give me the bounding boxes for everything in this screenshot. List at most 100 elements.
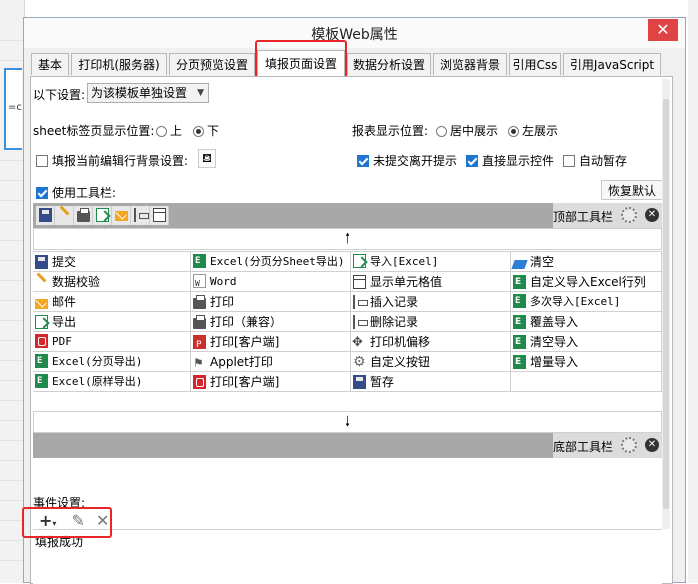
button-item-printer-offset[interactable]: 打印机偏移 (351, 332, 511, 352)
print-icon (193, 315, 206, 329)
close-circle-icon[interactable]: ✕ (645, 438, 659, 452)
button-item-mail[interactable]: 邮件 (33, 292, 191, 312)
button-item-excel-page-sheet[interactable]: Excel(分页分Sheet导出) (191, 252, 351, 272)
table-icon[interactable] (150, 206, 169, 225)
gear-icon (353, 352, 366, 371)
pdf-icon (193, 375, 206, 389)
top-toolbar-icons (36, 206, 169, 225)
button-item-export[interactable]: 导出 (33, 312, 191, 332)
bottom-toolbar-label: 底部工具栏 (553, 440, 614, 454)
gear-icon[interactable] (621, 207, 637, 223)
excel-icon (513, 294, 526, 308)
print-icon (193, 295, 206, 309)
close-button[interactable]: ✕ (648, 19, 678, 41)
button-item-insert-record[interactable]: 插入记录 (351, 292, 511, 312)
excel-icon (193, 254, 206, 268)
tab-browser-background[interactable]: 浏览器背景 (433, 53, 507, 75)
events-toolbar: +▾ ✎ ✕ (39, 511, 109, 530)
button-item-temp-save[interactable]: 暂存 (351, 372, 511, 392)
event-item-fill-success[interactable]: 填报成功 (35, 533, 83, 550)
background-edge (688, 0, 698, 583)
radio-icon (156, 126, 167, 137)
button-item-word[interactable]: Word (191, 272, 351, 292)
top-toolbar-label-box: 顶部工具栏 ✕ (553, 203, 662, 228)
sheet-top-radio[interactable]: 上 (156, 122, 182, 139)
selected-cell[interactable]: =c (4, 68, 22, 150)
button-item-excel-original-export[interactable]: Excel(原样导出) (33, 372, 191, 392)
word-icon (193, 274, 206, 291)
button-item-applet-print[interactable]: Applet打印 (191, 352, 351, 372)
button-item-delete-record[interactable]: 删除记录 (351, 312, 511, 332)
export-icon (35, 315, 48, 329)
import-icon (353, 254, 366, 268)
radio-selected-icon (508, 126, 519, 137)
pdf-icon (35, 334, 48, 348)
sheet-tab-position-label: sheet标签页显示位置: (33, 124, 155, 138)
button-item-validate[interactable]: 数据校验 (33, 272, 191, 292)
reset-default-button[interactable]: 恢复默认 (601, 180, 663, 200)
tab-ref-javascript[interactable]: 引用JavaScript (563, 53, 661, 75)
move-up-arrow[interactable]: 🠑 (33, 228, 662, 250)
move-down-arrow[interactable]: 🠓 (33, 411, 662, 433)
button-item-print[interactable]: 打印 (191, 292, 351, 312)
close-circle-icon[interactable]: ✕ (645, 208, 659, 222)
button-item-print-client[interactable]: 打印[客户端] (191, 332, 351, 352)
paint-bucket-icon[interactable]: ⛾ (198, 149, 216, 168)
bg-row-checkbox[interactable]: 填报当前编辑行背景设置: (36, 152, 188, 169)
button-item-incremental-import[interactable]: 增量导入 (511, 352, 662, 372)
report-left-radio[interactable]: 左展示 (508, 122, 558, 139)
print-icon[interactable] (74, 206, 93, 225)
button-item-show-cell-value[interactable]: 显示单元格值 (351, 272, 511, 292)
edit-icon[interactable]: ✎ (72, 511, 85, 530)
bottom-toolbar-strip: 底部工具栏 ✕ (33, 433, 662, 458)
check-icon[interactable] (55, 206, 74, 225)
button-item-pdf[interactable]: PDF (33, 332, 191, 352)
tab-data-analysis[interactable]: 数据分析设置 (347, 53, 431, 75)
autosave-checkbox[interactable]: 自动暂存 (563, 152, 627, 169)
checkbox-checked-icon (36, 187, 48, 199)
scrollbar-thumb[interactable] (663, 99, 669, 509)
button-item-clear[interactable]: 清空 (511, 252, 662, 272)
button-item-clear-import[interactable]: 清空导入 (511, 332, 662, 352)
button-item-import-excel[interactable]: 导入[Excel] (351, 252, 511, 272)
tab-fill-page-settings[interactable]: 填报页面设置 (257, 50, 345, 76)
add-icon[interactable]: + (39, 511, 52, 530)
excel-icon (513, 355, 526, 369)
insert-row-icon[interactable] (131, 206, 150, 225)
tab-page-preview[interactable]: 分页预览设置 (169, 53, 255, 75)
tab-printer-server[interactable]: 打印机(服务器) (71, 53, 167, 75)
report-center-radio[interactable]: 居中展示 (436, 122, 498, 139)
bottom-toolbar-label-box: 底部工具栏 ✕ (553, 433, 662, 458)
button-item-multi-import[interactable]: 多次导入[Excel] (511, 292, 662, 312)
button-grid: 提交 Excel(分页分Sheet导出) 导入[Excel] 清空 数据校验 W… (33, 251, 662, 392)
scrollbar[interactable] (662, 79, 670, 529)
scope-select[interactable]: 为该模板单独设置 ▼ (87, 83, 209, 103)
gear-icon[interactable] (621, 437, 637, 453)
tab-ref-css[interactable]: 引用Css (509, 53, 561, 75)
checkbox-checked-icon (357, 155, 369, 167)
top-toolbar-strip: 顶部工具栏 ✕ (33, 203, 662, 228)
button-item-print-client-pdf[interactable]: 打印[客户端] (191, 372, 351, 392)
eraser-icon (511, 260, 528, 269)
unsubmitted-leave-checkbox[interactable]: 未提交离开提示 (357, 152, 457, 169)
excel-icon (513, 335, 526, 349)
button-item-overwrite-import[interactable]: 覆盖导入 (511, 312, 662, 332)
button-item-submit[interactable]: 提交 (33, 252, 191, 272)
save-icon (353, 375, 366, 389)
excel-icon (513, 315, 526, 329)
sheet-bottom-radio[interactable]: 下 (193, 122, 219, 139)
mail-icon[interactable] (112, 206, 131, 225)
tab-basic[interactable]: 基本 (31, 53, 69, 75)
chevron-down-icon: ▼ (197, 88, 204, 98)
button-item-print-compatible[interactable]: 打印（兼容） (191, 312, 351, 332)
excel-icon (35, 354, 48, 368)
button-item-excel-page-export[interactable]: Excel(分页导出) (33, 352, 191, 372)
delete-icon[interactable]: ✕ (96, 511, 109, 530)
export-icon[interactable] (93, 206, 112, 225)
button-item-custom-button[interactable]: 自定义按钮 (351, 352, 511, 372)
chevron-down-icon[interactable]: ▾ (52, 519, 56, 528)
use-toolbar-checkbox[interactable]: 使用工具栏: (36, 184, 116, 201)
button-item-custom-import-excel[interactable]: 自定义导入Excel行列 (511, 272, 662, 292)
save-icon[interactable] (36, 206, 55, 225)
direct-control-checkbox[interactable]: 直接显示控件 (466, 152, 554, 169)
